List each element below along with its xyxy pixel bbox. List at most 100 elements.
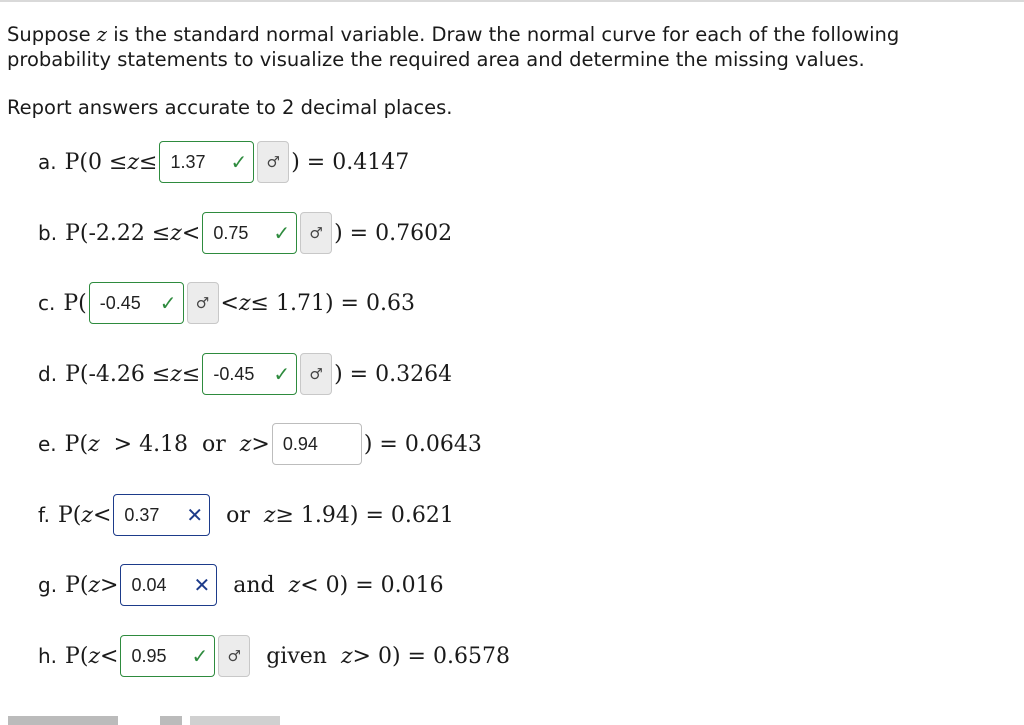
part-label: f. xyxy=(38,503,50,527)
answer-d: -0.45 ✓ ♂ xyxy=(202,353,333,395)
expression-operator: < xyxy=(181,220,201,246)
variable-z-second: z xyxy=(263,502,276,528)
expression-prefix: P( xyxy=(64,431,89,457)
expression-suffix: ) = 0.0643 xyxy=(363,431,482,457)
part-a: a. P(0 ≤ z ≤ 1.37 ✓ ♂ ) = 0.4147 xyxy=(38,140,409,184)
answer-value: 0.37 xyxy=(124,504,160,525)
incorrect-icon: ✕ xyxy=(186,503,204,527)
expression-connector: and xyxy=(219,572,289,598)
part-label: c. xyxy=(38,291,56,315)
key-icon[interactable]: ♂ xyxy=(218,635,251,677)
expression-suffix: ) = 0.7602 xyxy=(334,220,453,246)
answer-e: 0.94 xyxy=(271,423,362,465)
expression-prefix: P( xyxy=(63,290,87,316)
question-intro: Suppose z is the standard normal variabl… xyxy=(7,22,1007,72)
part-label: g. xyxy=(38,573,58,597)
report-instruction: Report answers accurate to 2 decimal pla… xyxy=(7,96,453,119)
check-icon: ✓ xyxy=(273,362,291,386)
expression-middle: > 4.18 or xyxy=(99,431,240,457)
expression-suffix: ≤ 1.71) = 0.63 xyxy=(250,290,415,316)
part-b: b. P(-2.22 ≤ z < 0.75 ✓ ♂ ) = 0.7602 xyxy=(38,211,452,255)
top-divider xyxy=(0,0,1024,2)
part-d: d. P(-4.26 ≤ z ≤ -0.45 ✓ ♂ ) = 0.3264 xyxy=(38,352,452,396)
expression-suffix: ) = 0.4147 xyxy=(291,149,410,175)
answer-input[interactable]: 0.04 ✕ xyxy=(120,564,218,606)
variable-z: z xyxy=(88,643,101,669)
expression-connector: or xyxy=(212,502,264,528)
expression-prefix: P(0 ≤ xyxy=(64,149,128,175)
answer-h: 0.95 ✓ ♂ xyxy=(120,635,251,677)
answer-input[interactable]: -0.45 ✓ xyxy=(88,282,184,324)
answer-input[interactable]: -0.45 ✓ xyxy=(202,353,298,395)
variable-z: z xyxy=(88,431,100,457)
intro-text-end: is the standard normal variable. Draw th… xyxy=(7,23,900,71)
expression-operator: < xyxy=(220,290,239,316)
variable-z: z xyxy=(238,290,251,316)
answer-c: -0.45 ✓ ♂ xyxy=(88,282,219,324)
part-f: f. P(z < 0.37 ✕ or z ≥ 1.94) = 0.621 xyxy=(38,493,454,537)
check-icon: ✓ xyxy=(159,291,177,315)
part-h: h. P(z < 0.95 ✓ ♂ given z > 0) = 0.6578 xyxy=(38,634,510,678)
key-icon[interactable]: ♂ xyxy=(300,353,333,395)
answer-value: 0.95 xyxy=(131,645,167,666)
expression-suffix: < 0) = 0.016 xyxy=(300,572,444,598)
intro-variable: z xyxy=(96,23,108,46)
incorrect-icon: ✕ xyxy=(193,573,211,597)
part-e: e. P(z > 4.18 or z > 0.94 ) = 0.0643 xyxy=(38,422,482,466)
key-icon[interactable]: ♂ xyxy=(186,282,219,324)
answer-value: 0.75 xyxy=(213,222,249,243)
key-icon[interactable]: ♂ xyxy=(257,141,290,183)
answer-value: -0.45 xyxy=(99,292,141,313)
expression-operator: > xyxy=(251,431,270,457)
answer-a: 1.37 ✓ ♂ xyxy=(159,141,290,183)
answer-f: 0.37 ✕ xyxy=(113,494,211,536)
expression-prefix: P( xyxy=(65,643,89,669)
expression-operator: > xyxy=(100,572,119,598)
answer-value: 0.94 xyxy=(282,433,318,454)
check-icon: ✓ xyxy=(273,221,291,245)
answer-input[interactable]: 1.37 ✓ xyxy=(159,141,255,183)
part-label: h. xyxy=(38,644,58,668)
clipped-checkbox xyxy=(160,716,182,725)
expression-connector: given xyxy=(252,643,341,669)
answer-input[interactable]: 0.75 ✓ xyxy=(202,212,298,254)
intro-text-start: Suppose xyxy=(7,23,97,46)
cut-off-content xyxy=(0,712,1024,725)
answer-g: 0.04 ✕ xyxy=(120,564,218,606)
part-c: c. P( -0.45 ✓ ♂ < z ≤ 1.71) = 0.63 xyxy=(38,281,415,325)
variable-z: z xyxy=(170,220,182,246)
part-label: a. xyxy=(38,150,57,174)
key-icon[interactable]: ♂ xyxy=(300,212,333,254)
expression-prefix: P( xyxy=(57,502,82,528)
expression-operator: < xyxy=(100,643,119,669)
variable-z: z xyxy=(88,572,101,598)
part-label: b. xyxy=(38,221,58,245)
expression-prefix: P(-4.26 ≤ xyxy=(65,361,171,387)
answer-value: 0.04 xyxy=(131,574,167,595)
check-icon: ✓ xyxy=(191,644,209,668)
part-label: e. xyxy=(38,432,57,456)
expression-operator: < xyxy=(92,502,112,528)
expression-suffix: ) = 0.3264 xyxy=(334,361,453,387)
variable-z-second: z xyxy=(288,572,301,598)
answer-value: 1.37 xyxy=(170,151,206,172)
check-icon: ✓ xyxy=(230,150,248,174)
variable-z: z xyxy=(81,502,93,528)
variable-z: z xyxy=(170,361,182,387)
expression-operator: ≤ xyxy=(139,149,158,175)
part-g: g. P(z > 0.04 ✕ and z < 0) = 0.016 xyxy=(38,563,444,607)
answer-input[interactable]: 0.94 xyxy=(271,423,362,465)
answer-input[interactable]: 0.95 ✓ xyxy=(120,635,216,677)
expression-suffix: ≥ 1.94) = 0.621 xyxy=(275,502,454,528)
expression-prefix: P( xyxy=(65,572,89,598)
clipped-text xyxy=(190,716,280,725)
answer-b: 0.75 ✓ ♂ xyxy=(202,212,333,254)
expression-prefix: P(-2.22 ≤ xyxy=(65,220,171,246)
variable-z: z xyxy=(127,149,140,175)
part-label: d. xyxy=(38,362,58,386)
expression-operator: ≤ xyxy=(181,361,201,387)
clipped-text xyxy=(8,716,118,725)
expression-suffix: > 0) = 0.6578 xyxy=(352,643,510,669)
answer-input[interactable]: 0.37 ✕ xyxy=(113,494,211,536)
variable-z-second: z xyxy=(340,643,353,669)
